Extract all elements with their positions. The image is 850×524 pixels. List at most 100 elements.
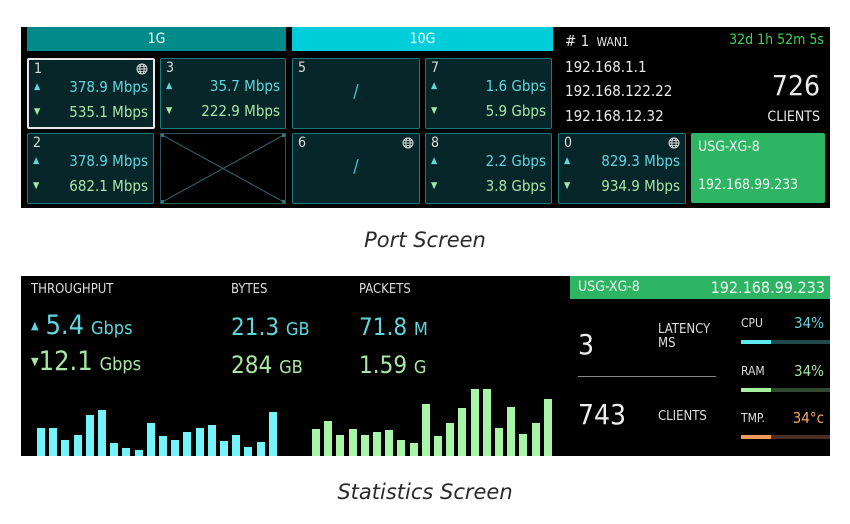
meter-tmp-track: [741, 435, 830, 439]
header-1g: 1G: [27, 27, 286, 51]
clients-label: CLIENTS: [767, 109, 820, 125]
bytes-label: BYTES: [231, 282, 268, 297]
throughput-up-bar: [232, 435, 241, 456]
packets-down: 1.59 G: [359, 351, 426, 379]
download-arrow-icon: ▼: [564, 181, 571, 191]
port-number: 3: [166, 60, 175, 76]
device-name: USG-XG-8: [578, 279, 640, 295]
uptime: 32d 1h 52m 5s: [729, 32, 824, 48]
throughput-down-bar: [519, 434, 528, 456]
port-number: 1: [34, 61, 43, 77]
meter-tmp-value: 34°c: [792, 409, 824, 427]
upload-arrow-icon: ▲: [431, 156, 438, 166]
port-6[interactable]: 6 /: [292, 133, 420, 204]
wan-number: # 1: [565, 32, 590, 50]
meter-cpu-label: CPU: [741, 316, 763, 330]
throughput-up-bar: [122, 448, 131, 456]
throughput-up-bar: [110, 443, 119, 456]
upload-rate: 378.9 Mbps: [69, 78, 148, 96]
download-rate: 3.8 Gbps: [485, 177, 546, 195]
header-10g: 10G: [292, 27, 553, 51]
throughput-down: ▼12.1 Gbps: [31, 346, 141, 377]
latency-label-line1: LATENCY: [658, 322, 711, 337]
download-arrow-icon: ▼: [31, 355, 39, 368]
globe-icon: [136, 63, 148, 75]
throughput-up-bar: [49, 428, 58, 456]
upload-arrow-icon: ▲: [564, 156, 571, 166]
throughput-down-bar: [373, 432, 381, 456]
clients-value: 743: [578, 398, 627, 431]
meter-ram-value: 34%: [794, 362, 824, 380]
upload-rate: 378.9 Mbps: [69, 152, 148, 170]
upload-rate: 35.7 Mbps: [209, 77, 280, 95]
latency-label: LATENCY MS: [658, 323, 710, 351]
throughput-up-bar: [244, 447, 253, 456]
packets-up: 71.8 M: [359, 313, 428, 341]
download-rate: 934.9 Mbps: [601, 177, 680, 195]
wan-ip-2: 192.168.122.22: [565, 82, 673, 100]
throughput-up-value: 5.4: [45, 310, 85, 341]
throughput-up-bar: [159, 436, 167, 456]
download-rate: 682.1 Mbps: [69, 177, 148, 195]
packets-down-unit: G: [413, 357, 427, 378]
port-number: 6: [298, 135, 307, 151]
download-arrow-icon: ▼: [33, 181, 40, 191]
download-rate: 222.9 Mbps: [201, 102, 280, 120]
port-number: 5: [298, 60, 307, 76]
port-disconnected-indicator: /: [353, 81, 359, 102]
device-header[interactable]: USG-XG-8 192.168.99.233: [570, 276, 830, 299]
throughput-down-bar: [470, 389, 479, 456]
port-number: 0: [564, 135, 573, 151]
download-rate: 5.9 Gbps: [485, 102, 546, 120]
bytes-up: 21.3 GB: [231, 313, 310, 341]
download-bar-chart: [312, 386, 557, 456]
wan-index: # 1 WAN1: [565, 32, 629, 50]
port-5[interactable]: 5 /: [292, 58, 420, 129]
port-disconnected-indicator: /: [353, 156, 359, 177]
throughput-up-bar: [220, 441, 228, 456]
throughput-down-bar: [336, 435, 345, 456]
latency-label-line2: MS: [658, 336, 676, 351]
upload-rate: 829.3 Mbps: [601, 152, 680, 170]
port-8[interactable]: 8 ▲ 2.2 Gbps ▼ 3.8 Gbps: [425, 133, 552, 204]
throughput-up-bar: [268, 412, 277, 456]
packets-down-value: 1.59: [359, 351, 408, 379]
wan-name: WAN1: [596, 35, 629, 49]
throughput-up-bar: [183, 432, 192, 456]
device-name: USG-XG-8: [698, 139, 760, 155]
throughput-down-bar: [385, 430, 394, 456]
upload-arrow-icon: ▲: [34, 82, 41, 92]
download-arrow-icon: ▼: [431, 181, 438, 191]
port-screen-caption: Port Screen: [364, 228, 486, 252]
empty-port-slot: [160, 133, 286, 204]
throughput-down-bar: [531, 423, 540, 456]
packets-up-unit: M: [413, 319, 428, 340]
throughput-up-bar: [207, 425, 216, 456]
port-number: 2: [33, 135, 42, 151]
throughput-down-bar: [360, 435, 369, 456]
port-1[interactable]: 1 ▲ 378.9 Mbps ▼ 535.1 Mbps: [27, 58, 155, 129]
throughput-up-bar: [134, 450, 143, 456]
throughput-down-bar: [409, 443, 418, 456]
globe-icon: [668, 137, 680, 149]
meter-fill: [741, 388, 772, 392]
port-number: 7: [431, 60, 440, 76]
port-2[interactable]: 2 ▲ 378.9 Mbps ▼ 682.1 Mbps: [27, 133, 154, 204]
throughput-down-bar: [507, 407, 516, 456]
packets-label: PACKETS: [359, 282, 411, 297]
device-card[interactable]: USG-XG-8 192.168.99.233: [691, 133, 825, 203]
throughput-up-bar: [73, 435, 82, 456]
throughput-up-bar: [85, 415, 94, 456]
wan-ip-3: 192.168.12.32: [565, 107, 664, 125]
meter-fill: [741, 340, 772, 344]
throughput-down-value: 12.1: [38, 346, 93, 377]
throughput-up-bar: [98, 410, 106, 456]
throughput-label: THROUGHPUT: [31, 282, 114, 297]
download-rate: 535.1 Mbps: [69, 103, 148, 121]
meter-tmp-label: TMP.: [741, 411, 765, 425]
port-3[interactable]: 3 ▲ 35.7 Mbps ▼ 222.9 Mbps: [160, 58, 286, 129]
port-7[interactable]: 7 ▲ 1.6 Gbps ▼ 5.9 Gbps: [425, 58, 552, 129]
packets-up-value: 71.8: [359, 313, 408, 341]
port-0[interactable]: 0 ▲ 829.3 Mbps ▼ 934.9 Mbps: [558, 133, 686, 204]
throughput-down-bar: [543, 399, 552, 456]
